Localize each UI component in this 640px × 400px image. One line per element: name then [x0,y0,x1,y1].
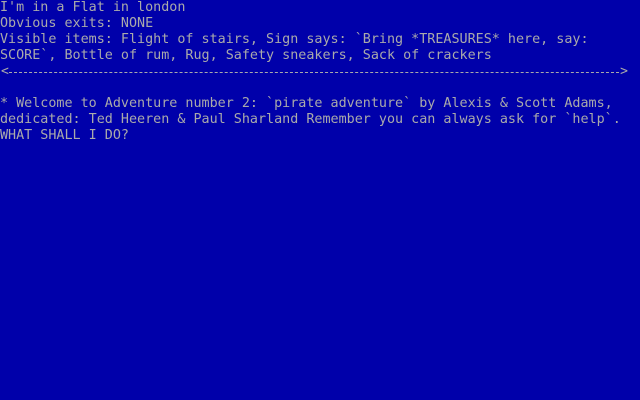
obvious-exits: Obvious exits: NONE [0,16,154,31]
room-divider: < > [0,64,628,80]
command-prompt: WHAT SHALL I DO? [0,128,129,143]
message-line-2: dedicated: Ted Heeren & Paul Sharland Re… [0,112,621,127]
visible-items-line-1: Visible items: Flight of stairs, Sign sa… [0,32,589,47]
command-input[interactable] [130,128,330,144]
divider-right-arrow: > [620,64,628,79]
divider-dashes [9,72,619,73]
game-screen: I'm in a Flat in london Obvious exits: N… [0,0,640,400]
message-line-1: * Welcome to Adventure number 2: `pirate… [0,96,613,111]
visible-items-line-2: SCORE`, Bottle of rum, Rug, Safety sneak… [0,48,492,63]
room-description: I'm in a Flat in london [0,0,186,15]
divider-left-arrow: < [1,64,9,79]
